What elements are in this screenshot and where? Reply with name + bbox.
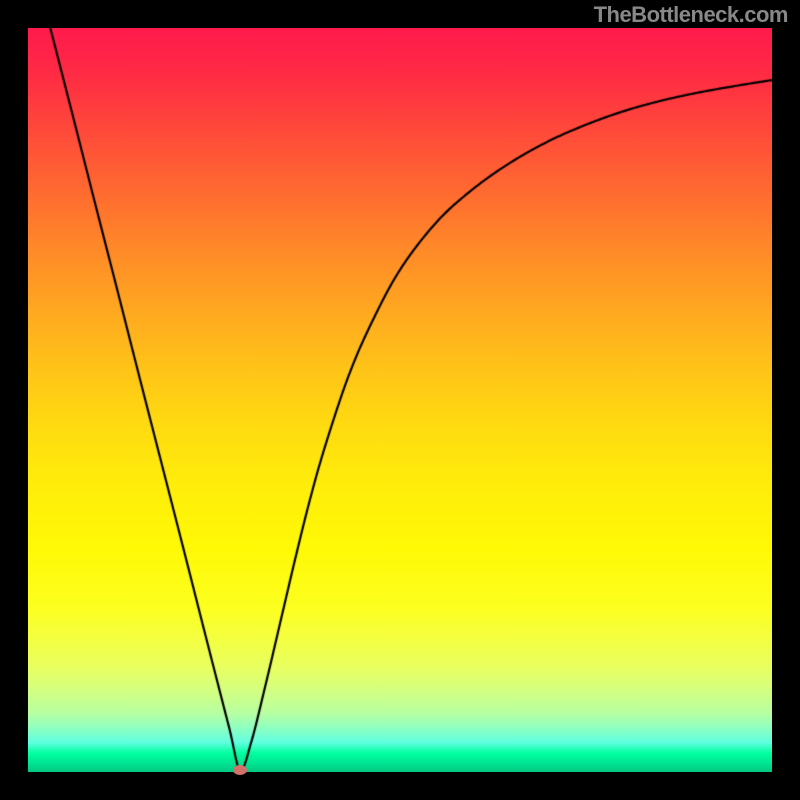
attribution-text: TheBottleneck.com <box>594 2 788 28</box>
bottleneck-curve <box>28 28 772 772</box>
optimal-point-marker <box>233 765 247 775</box>
